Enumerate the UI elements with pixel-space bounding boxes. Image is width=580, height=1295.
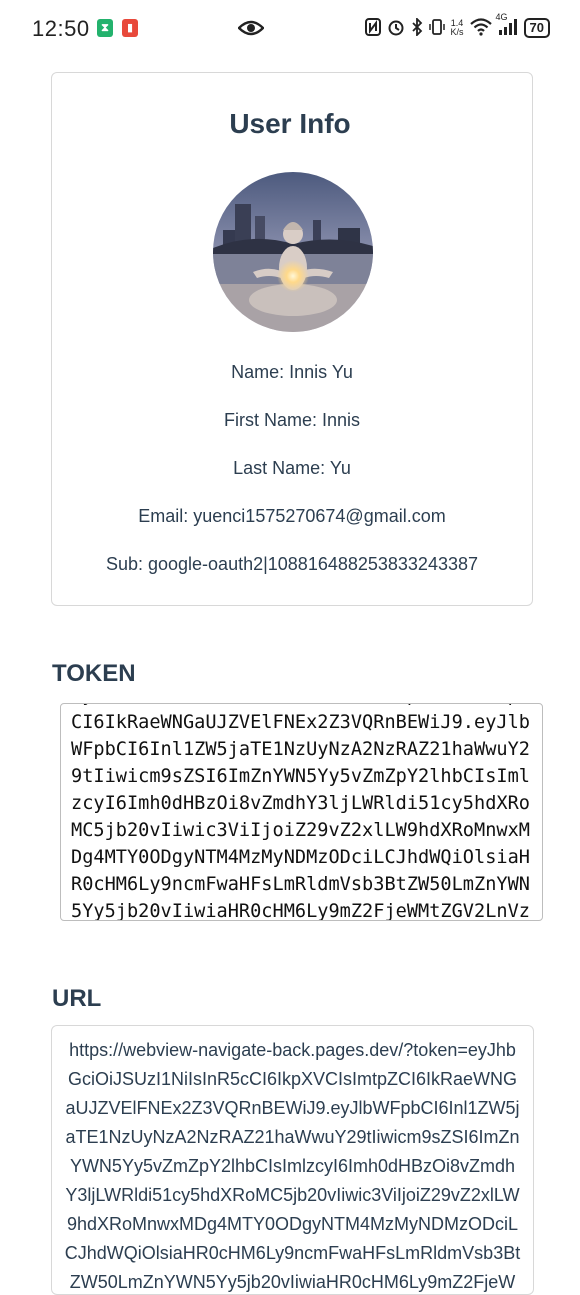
status-time: 12:50 (32, 16, 90, 41)
wifi-icon (469, 17, 492, 39)
url-label: URL (52, 985, 102, 1012)
vibrate-icon (428, 18, 445, 39)
user-name: Name: Innis Yu (231, 362, 353, 382)
eye-icon (237, 18, 265, 43)
avatar (213, 172, 373, 332)
avatar-image (213, 172, 373, 332)
user-email: Email: yuenci1575270674@gmail.com (138, 506, 446, 526)
network-speed: 1.4 K/s (450, 18, 464, 37)
user-last-name: Last Name: Yu (233, 458, 351, 478)
url-box: https://webview-navigate-back.pages.dev/… (51, 1025, 534, 1295)
token-value: eyJhbGciOiJSUzI1NiIsInR5cCI6IkpXVCIsImtp… (71, 704, 530, 921)
status-bar: 12:50 ⧗ ▮ 1.4 K/s 4G 70 (0, 0, 580, 56)
token-label: TOKEN (52, 660, 136, 687)
alarm-icon (387, 18, 405, 39)
user-info-title: User Info (229, 108, 351, 139)
notification-icon: ▮ (122, 19, 138, 37)
nfc-icon (364, 17, 381, 39)
user-first-name: First Name: Innis (223, 410, 361, 430)
network-type: 4G (495, 11, 508, 22)
url-value: https://webview-navigate-back.pages.dev/… (64, 1040, 521, 1292)
cellular-signal-icon: 4G (496, 12, 518, 39)
battery-indicator: 70 (523, 18, 550, 38)
token-textarea[interactable]: eyJhbGciOiJSUzI1NiIsInR5cCI6IkpXVCIsImtp… (60, 703, 543, 921)
hourglass-icon: ⧗ (97, 19, 113, 37)
status-icons: 1.4 K/s 4G 70 (364, 12, 550, 40)
user-sub: Sub: google-oauth2|108816488253833243387 (105, 554, 479, 574)
bluetooth-icon (411, 16, 423, 39)
